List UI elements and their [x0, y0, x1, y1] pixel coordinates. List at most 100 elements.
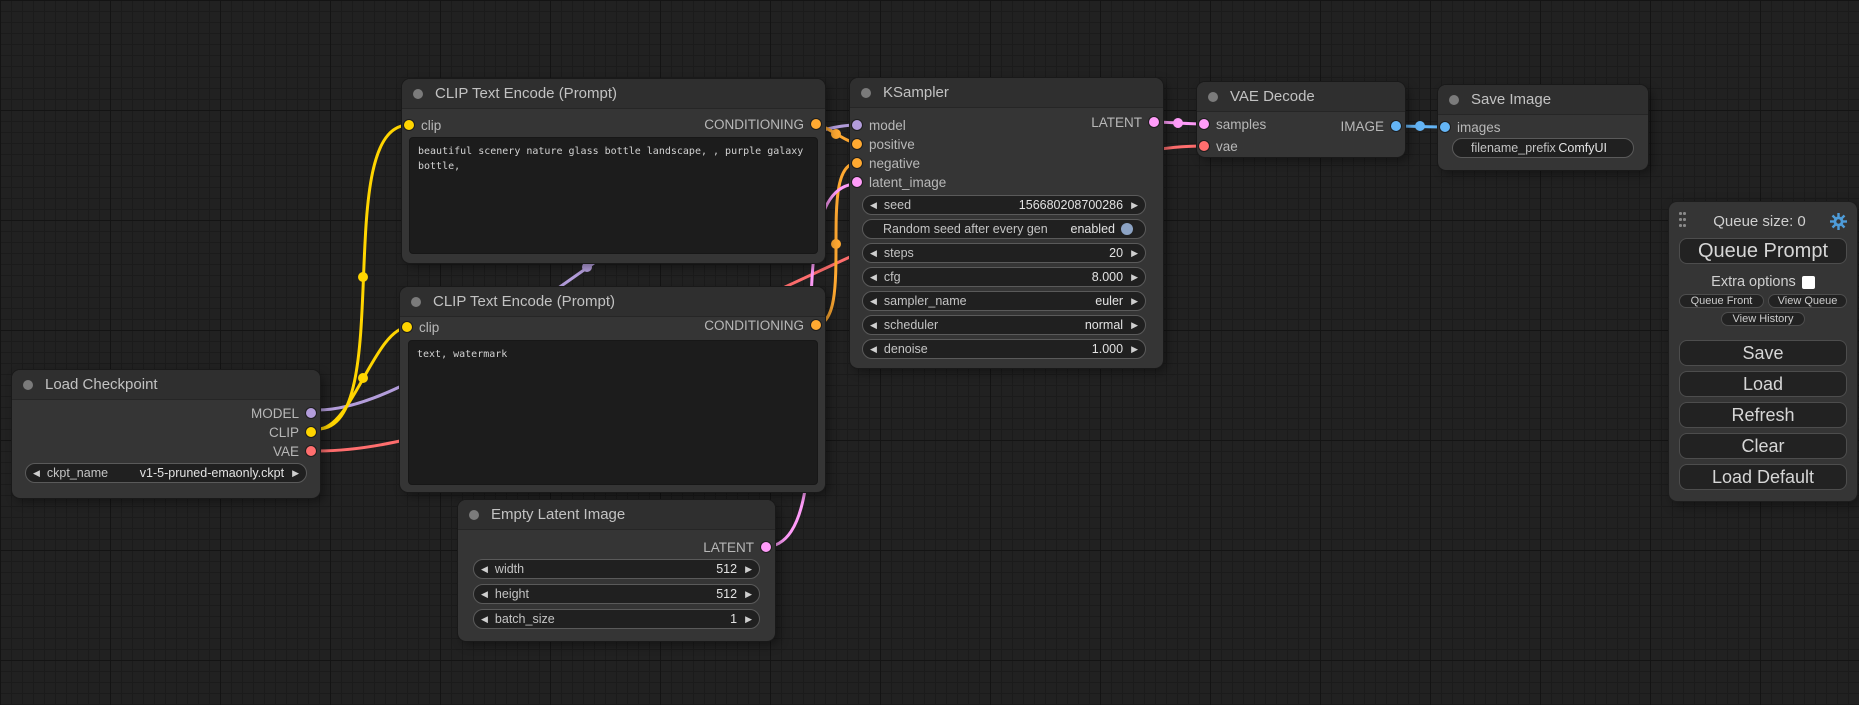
output-port-conditioning[interactable]	[811, 320, 821, 330]
increment-arrow-icon[interactable]: ▶	[1131, 297, 1138, 306]
node-title-bar[interactable]: Save Image	[1438, 85, 1648, 115]
decrement-arrow-icon[interactable]: ◀	[33, 469, 40, 478]
load-default-button[interactable]: Load Default	[1679, 464, 1847, 490]
input-port-images[interactable]	[1440, 122, 1450, 132]
widget-value: 512	[716, 587, 737, 601]
widget-sampler-name[interactable]: ◀ sampler_name euler ▶	[862, 291, 1146, 311]
node-clip-text-encode-positive[interactable]: CLIP Text Encode (Prompt) clip CONDITION…	[402, 79, 825, 263]
input-port-positive[interactable]	[852, 139, 862, 149]
widget-label: sampler_name	[884, 294, 967, 308]
node-collapse-dot[interactable]	[469, 510, 479, 520]
view-history-button[interactable]: View History	[1721, 312, 1805, 326]
node-title-bar[interactable]: CLIP Text Encode (Prompt)	[402, 79, 825, 109]
output-port-latent[interactable]	[1149, 117, 1159, 127]
view-queue-button[interactable]: View Queue	[1768, 294, 1847, 308]
clear-button[interactable]: Clear	[1679, 433, 1847, 459]
input-port-clip[interactable]	[404, 120, 414, 130]
node-collapse-dot[interactable]	[1208, 92, 1218, 102]
output-label-model: MODEL	[251, 406, 299, 421]
output-label-conditioning: CONDITIONING	[704, 318, 804, 333]
prompt-text-area[interactable]: text, watermark	[408, 340, 818, 485]
node-collapse-dot[interactable]	[411, 297, 421, 307]
widget-cfg[interactable]: ◀ cfg 8.000 ▶	[862, 267, 1146, 287]
widget-denoise[interactable]: ◀ denoise 1.000 ▶	[862, 339, 1146, 359]
output-label-vae: VAE	[273, 444, 299, 459]
queue-front-button[interactable]: Queue Front	[1679, 294, 1764, 308]
decrement-arrow-icon[interactable]: ◀	[870, 249, 877, 258]
widget-label: height	[495, 587, 529, 601]
node-title-bar[interactable]: Load Checkpoint	[12, 370, 320, 400]
input-label-latent-image: latent_image	[869, 175, 946, 190]
extra-options-checkbox[interactable]	[1802, 276, 1815, 289]
node-clip-text-encode-negative[interactable]: CLIP Text Encode (Prompt) clip CONDITION…	[400, 287, 825, 492]
node-collapse-dot[interactable]	[1449, 95, 1459, 105]
node-load-checkpoint[interactable]: Load Checkpoint MODEL CLIP VAE ◀ ckpt_na…	[12, 370, 320, 498]
decrement-arrow-icon[interactable]: ◀	[870, 345, 877, 354]
refresh-button[interactable]: Refresh	[1679, 402, 1847, 428]
decrement-arrow-icon[interactable]: ◀	[481, 590, 488, 599]
increment-arrow-icon[interactable]: ▶	[1131, 273, 1138, 282]
node-ksampler[interactable]: KSampler model positive negative latent_…	[850, 78, 1163, 368]
queue-prompt-button[interactable]: Queue Prompt	[1679, 238, 1847, 264]
load-button[interactable]: Load	[1679, 371, 1847, 397]
node-title-bar[interactable]: VAE Decode	[1197, 82, 1405, 112]
input-port-model[interactable]	[852, 120, 862, 130]
node-collapse-dot[interactable]	[413, 89, 423, 99]
decrement-arrow-icon[interactable]: ◀	[481, 565, 488, 574]
increment-arrow-icon[interactable]: ▶	[292, 469, 299, 478]
input-port-clip[interactable]	[402, 322, 412, 332]
toggle-dot-icon[interactable]	[1121, 223, 1133, 235]
widget-random-seed-toggle[interactable]: Random seed after every gen enabled	[862, 219, 1146, 239]
widget-width[interactable]: ◀ width 512 ▶	[473, 559, 760, 579]
widget-label: denoise	[884, 342, 928, 356]
input-label-negative: negative	[869, 156, 920, 171]
settings-gear-icon[interactable]	[1830, 213, 1847, 230]
widget-scheduler[interactable]: ◀ scheduler normal ▶	[862, 315, 1146, 335]
output-port-latent[interactable]	[761, 542, 771, 552]
output-port-latent-row: LATENT	[703, 538, 771, 556]
widget-ckpt-name[interactable]: ◀ ckpt_name v1-5-pruned-emaonly.ckpt ▶	[25, 463, 307, 483]
widget-filename-prefix[interactable]: filename_prefix ComfyUI	[1452, 138, 1634, 158]
decrement-arrow-icon[interactable]: ◀	[481, 615, 488, 624]
increment-arrow-icon[interactable]: ▶	[1131, 321, 1138, 330]
increment-arrow-icon[interactable]: ▶	[1131, 345, 1138, 354]
output-port-model[interactable]	[306, 408, 316, 418]
decrement-arrow-icon[interactable]: ◀	[870, 273, 877, 282]
increment-arrow-icon[interactable]: ▶	[745, 615, 752, 624]
node-graph-canvas[interactable]: Load Checkpoint MODEL CLIP VAE ◀ ckpt_na…	[0, 0, 1859, 705]
increment-arrow-icon[interactable]: ▶	[745, 590, 752, 599]
widget-batch-size[interactable]: ◀ batch_size 1 ▶	[473, 609, 760, 629]
input-port-samples[interactable]	[1199, 119, 1209, 129]
node-save-image[interactable]: Save Image images filename_prefix ComfyU…	[1438, 85, 1648, 170]
wire-image-dot	[1415, 121, 1425, 131]
increment-arrow-icon[interactable]: ▶	[745, 565, 752, 574]
node-collapse-dot[interactable]	[23, 380, 33, 390]
decrement-arrow-icon[interactable]: ◀	[870, 201, 877, 210]
output-port-vae[interactable]	[306, 446, 316, 456]
output-port-image[interactable]	[1391, 121, 1401, 131]
save-button[interactable]: Save	[1679, 340, 1847, 366]
node-empty-latent-image[interactable]: Empty Latent Image LATENT ◀ width 512 ▶ …	[458, 500, 775, 641]
widget-steps[interactable]: ◀ steps 20 ▶	[862, 243, 1146, 263]
input-port-vae[interactable]	[1199, 141, 1209, 151]
node-vae-decode[interactable]: VAE Decode samples vae IMAGE	[1197, 82, 1405, 157]
decrement-arrow-icon[interactable]: ◀	[870, 297, 877, 306]
output-port-clip[interactable]	[306, 427, 316, 437]
increment-arrow-icon[interactable]: ▶	[1131, 249, 1138, 258]
node-collapse-dot[interactable]	[861, 88, 871, 98]
node-title-bar[interactable]: Empty Latent Image	[458, 500, 775, 530]
node-title-bar[interactable]: KSampler	[850, 78, 1163, 108]
widget-value: 8.000	[1092, 270, 1123, 284]
drag-handle-icon[interactable]	[1679, 212, 1689, 230]
decrement-arrow-icon[interactable]: ◀	[870, 321, 877, 330]
output-port-vae-row: VAE	[273, 442, 316, 460]
queue-panel: Queue size: 0 Queue Prompt Extra options	[1669, 202, 1857, 501]
increment-arrow-icon[interactable]: ▶	[1131, 201, 1138, 210]
node-title-bar[interactable]: CLIP Text Encode (Prompt)	[400, 287, 825, 317]
input-port-latent-image[interactable]	[852, 177, 862, 187]
widget-seed[interactable]: ◀ seed 156680208700286 ▶	[862, 195, 1146, 215]
widget-height[interactable]: ◀ height 512 ▶	[473, 584, 760, 604]
output-port-conditioning[interactable]	[811, 119, 821, 129]
input-port-negative[interactable]	[852, 158, 862, 168]
prompt-text-area[interactable]: beautiful scenery nature glass bottle la…	[409, 137, 818, 254]
